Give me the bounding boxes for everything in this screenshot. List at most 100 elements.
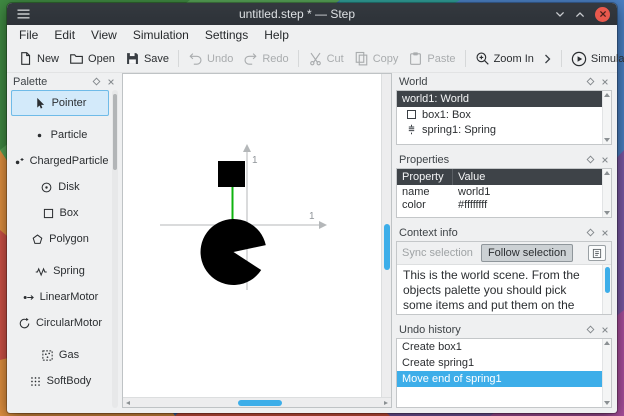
palette-item-weightforce[interactable]: WeightForce (11, 400, 109, 408)
palette-item-chargedparticle[interactable]: ChargedParticle (11, 148, 109, 174)
float-dock-icon[interactable] (586, 77, 595, 86)
palette-scrollbar-thumb[interactable] (113, 94, 117, 170)
float-dock-icon[interactable] (92, 77, 101, 86)
close-button[interactable] (595, 6, 610, 22)
close-dock-icon[interactable] (601, 78, 609, 86)
linear-motor-icon (22, 291, 35, 304)
scroll-down-arrow-icon (604, 211, 610, 215)
world-scene-canvas[interactable]: 1 1 (122, 73, 392, 408)
dock-title: Properties (399, 153, 450, 166)
undo-history-item-selected[interactable]: Move end of spring1 (397, 371, 602, 387)
menu-view[interactable]: View (83, 26, 125, 44)
simulate-button[interactable]: Simulate (566, 48, 624, 70)
scroll-right-arrow-icon[interactable] (384, 401, 388, 405)
palette-item-spring[interactable]: Spring (11, 258, 109, 284)
new-document-icon (18, 51, 33, 66)
clipboard-icon (408, 51, 423, 66)
palette-dock: Palette Pointer Particle ChargedParticle… (10, 73, 118, 408)
column-property[interactable]: Property (397, 169, 453, 185)
step-window: untitled.step * — Step File Edit View Si… (7, 3, 624, 413)
context-options-button[interactable] (588, 245, 606, 261)
circular-motor-icon (18, 317, 31, 330)
sync-selection-button[interactable]: Sync selection (402, 247, 473, 259)
world-tree-root[interactable]: world1: World (397, 91, 602, 107)
undo-icon (188, 51, 203, 66)
menu-simulation[interactable]: Simulation (125, 26, 197, 44)
scroll-up-arrow-icon (604, 171, 610, 175)
column-value[interactable]: Value (453, 169, 602, 185)
context-info-text-area[interactable]: This is the world scene. From the object… (397, 265, 611, 314)
palette-item-particle[interactable]: Particle (11, 122, 109, 148)
context-info-scrollbar-thumb[interactable] (604, 267, 610, 293)
palette-scrollbar[interactable] (112, 90, 118, 408)
float-dock-icon[interactable] (586, 155, 595, 164)
world-scrollbar[interactable] (602, 91, 611, 144)
menu-edit[interactable]: Edit (46, 26, 83, 44)
close-dock-icon[interactable] (601, 326, 609, 334)
menu-file[interactable]: File (11, 26, 46, 44)
toolbar-overflow-button[interactable] (539, 51, 557, 67)
new-button[interactable]: New (13, 48, 64, 69)
window-title: untitled.step * — Step (238, 7, 356, 21)
save-floppy-icon (125, 51, 140, 66)
canvas-horizontal-scrollbar-thumb[interactable] (238, 400, 282, 406)
palette-item-softbody[interactable]: SoftBody (11, 368, 109, 394)
disk-object[interactable] (200, 219, 266, 286)
world-tree-item-spring1[interactable]: spring1: Spring (397, 122, 602, 137)
paste-button[interactable]: Paste (403, 48, 460, 69)
document-icon (592, 248, 602, 259)
scroll-left-arrow-icon[interactable] (126, 401, 130, 405)
palette-item-box[interactable]: Box (11, 200, 109, 226)
world-dock: World world1: World box1: Box spring1: S… (396, 73, 612, 145)
property-row-color[interactable]: color #ffffffff (397, 198, 602, 211)
palette-item-pointer[interactable]: Pointer (11, 90, 109, 116)
redo-button[interactable]: Redo (238, 48, 293, 69)
menu-settings[interactable]: Settings (197, 26, 256, 44)
redo-icon (243, 51, 258, 66)
palette-item-gas[interactable]: Gas (11, 342, 109, 368)
palette-item-disk[interactable]: Disk (11, 174, 109, 200)
menu-help[interactable]: Help (256, 26, 297, 44)
softbody-icon (29, 375, 42, 388)
canvas-vertical-scrollbar[interactable] (381, 74, 391, 397)
close-dock-icon[interactable] (601, 229, 609, 237)
copy-icon (354, 51, 369, 66)
play-circle-icon (571, 51, 587, 67)
copy-button[interactable]: Copy (349, 48, 404, 69)
window-menu-button[interactable] (17, 9, 30, 19)
zoom-in-button[interactable]: Zoom In (470, 48, 539, 69)
spring-icon (406, 124, 417, 135)
minimize-button[interactable] (555, 11, 565, 18)
titlebar[interactable]: untitled.step * — Step (7, 3, 617, 25)
canvas-horizontal-scrollbar[interactable] (123, 397, 391, 407)
properties-dock-header: Properties (396, 151, 612, 168)
hamburger-icon (17, 9, 30, 19)
undo-history-item[interactable]: Create box1 (397, 339, 602, 355)
palette-dock-header: Palette (10, 73, 118, 90)
close-dock-icon[interactable] (601, 156, 609, 164)
undo-history-item[interactable]: Create spring1 (397, 355, 602, 371)
scroll-down-arrow-icon (604, 138, 610, 142)
maximize-button[interactable] (575, 11, 585, 18)
palette-item-polygon[interactable]: Polygon (11, 226, 109, 252)
follow-selection-button[interactable]: Follow selection (480, 244, 574, 262)
context-info-scrollbar[interactable] (602, 265, 611, 314)
box1-object[interactable] (218, 161, 245, 187)
scissors-icon (308, 51, 323, 66)
toolbar-separator (464, 50, 466, 67)
cut-button[interactable]: Cut (303, 48, 349, 69)
property-row-name[interactable]: name world1 (397, 185, 602, 198)
undo-button[interactable]: Undo (183, 48, 238, 69)
palette-item-linearmotor[interactable]: LinearMotor (11, 284, 109, 310)
pointer-cursor-icon (34, 97, 47, 110)
properties-scrollbar[interactable] (602, 169, 611, 217)
float-dock-icon[interactable] (586, 228, 595, 237)
close-dock-icon[interactable] (107, 78, 115, 86)
save-button[interactable]: Save (120, 48, 174, 69)
float-dock-icon[interactable] (586, 325, 595, 334)
open-button[interactable]: Open (64, 48, 120, 69)
palette-item-circularmotor[interactable]: CircularMotor (11, 310, 109, 336)
world-tree-item-box1[interactable]: box1: Box (397, 107, 602, 122)
canvas-vertical-scrollbar-thumb[interactable] (384, 224, 390, 270)
undo-history-scrollbar[interactable] (602, 339, 611, 407)
